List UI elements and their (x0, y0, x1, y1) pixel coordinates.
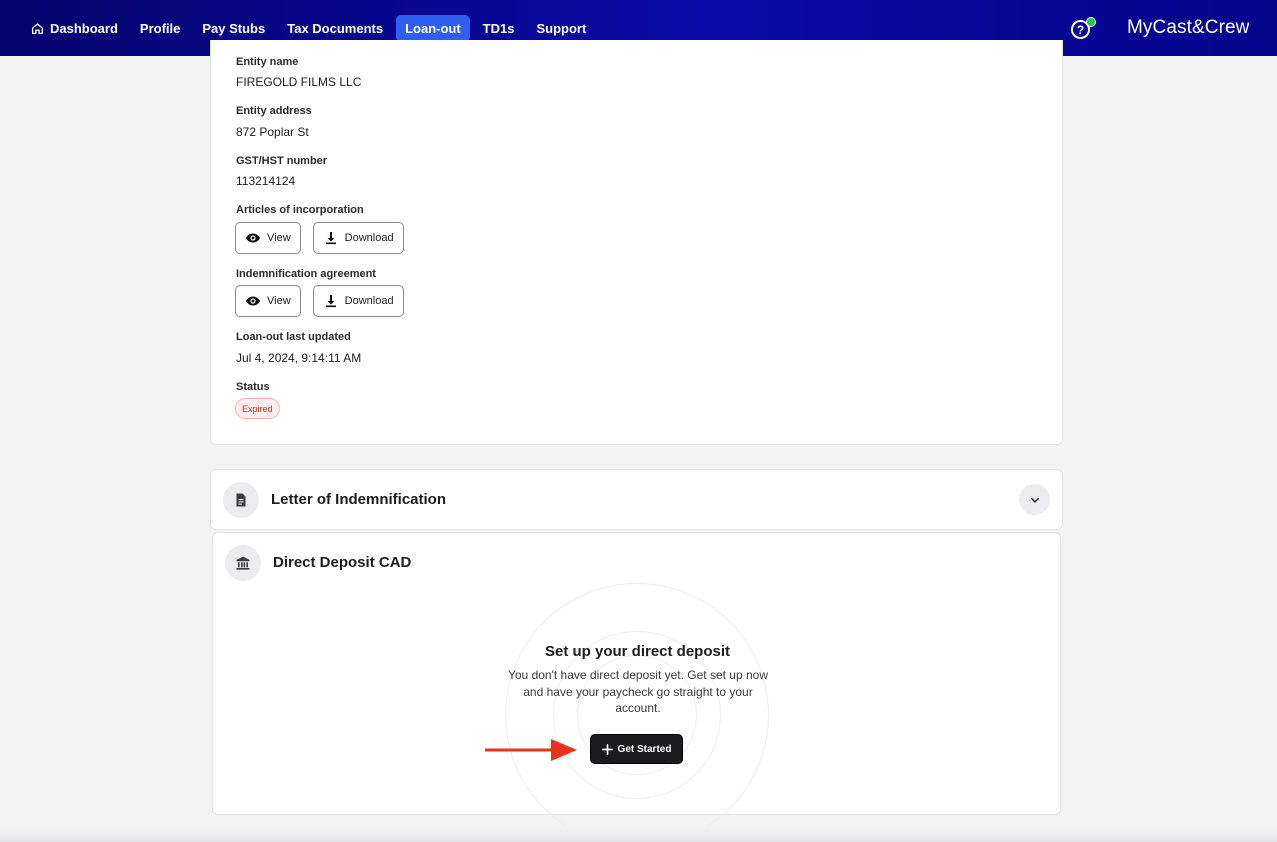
gst-hst-value: 113214124 (236, 174, 296, 188)
setup-deposit-heading: Set up your direct deposit (544, 643, 731, 660)
status-badge: Expired (235, 398, 280, 419)
articles-view-label: View (267, 232, 291, 244)
download-icon (325, 232, 336, 245)
page-bottom-edge (0, 826, 1277, 842)
nav-td1s[interactable]: TD1s (474, 15, 524, 42)
nav-pay-stubs[interactable]: Pay Stubs (193, 15, 274, 42)
plus-icon (601, 743, 613, 755)
articles-actions: View Download (235, 222, 404, 254)
document-icon (223, 482, 259, 518)
gst-hst-label: GST/HST number (236, 155, 328, 167)
nav-tax-documents-label: Tax Documents (287, 20, 384, 36)
chevron-down-icon[interactable] (1019, 484, 1050, 515)
nav-profile[interactable]: Profile (131, 15, 189, 42)
nav-support[interactable]: Support (527, 15, 595, 42)
indemnification-download-label: Download (344, 295, 394, 307)
articles-download-label: Download (344, 232, 394, 244)
indemnification-download-button[interactable]: Download (312, 285, 404, 317)
eye-icon (246, 296, 260, 306)
entity-name-value: FIREGOLD FILMS LLC (236, 75, 362, 89)
articles-download-button[interactable]: Download (312, 222, 404, 254)
indemnification-actions: View Download (235, 285, 404, 317)
entity-address-value: 872 Poplar St (236, 125, 309, 139)
get-started-button[interactable]: Get Started (590, 734, 683, 764)
status-label: Status (236, 381, 270, 393)
home-icon (31, 22, 44, 34)
articles-label: Articles of incorporation (236, 204, 364, 216)
entity-name-label: Entity name (236, 56, 299, 68)
nav-td1s-label: TD1s (482, 20, 515, 36)
annotation-arrow-icon (485, 739, 577, 761)
last-updated-value: Jul 4, 2024, 9:14:11 AM (236, 351, 362, 365)
get-started-label: Get Started (617, 743, 672, 755)
letter-of-indemnification-card[interactable]: Letter of Indemnification (210, 469, 1063, 530)
last-updated-label: Loan-out last updated (236, 331, 351, 343)
main-nav: Dashboard Profile Pay Stubs Tax Document… (22, 14, 595, 42)
direct-deposit-card: Direct Deposit CAD Set up your direct de… (212, 532, 1061, 842)
nav-profile-label: Profile (139, 20, 181, 36)
nav-tax-documents[interactable]: Tax Documents (278, 15, 392, 42)
nav-dashboard-label: Dashboard (50, 20, 118, 36)
download-icon (325, 295, 336, 308)
letter-card-title: Letter of Indemnification (271, 491, 447, 508)
nav-loan-out-label: Loan-out (405, 20, 461, 36)
nav-loan-out[interactable]: Loan-out (396, 14, 470, 42)
nav-pay-stubs-label: Pay Stubs (202, 20, 266, 36)
deposit-card-title: Direct Deposit CAD (273, 554, 412, 571)
eye-icon (246, 233, 260, 243)
notification-dot (1086, 17, 1096, 27)
indemnification-view-label: View (267, 295, 291, 307)
bank-icon (225, 545, 261, 581)
entity-address-label: Entity address (236, 105, 312, 117)
indemnification-label: Indemnification agreement (236, 268, 376, 280)
indemnification-view-button[interactable]: View (235, 285, 301, 317)
loan-out-entity-card: Entity name FIREGOLD FILMS LLC Entity ad… (210, 40, 1063, 445)
nav-dashboard[interactable]: Dashboard (22, 15, 127, 42)
articles-view-button[interactable]: View (235, 222, 301, 254)
brand-logo: MyCast&Crew (1127, 17, 1250, 38)
setup-deposit-description: You don't have direct deposit yet. Get s… (507, 668, 768, 715)
nav-support-label: Support (536, 20, 587, 36)
